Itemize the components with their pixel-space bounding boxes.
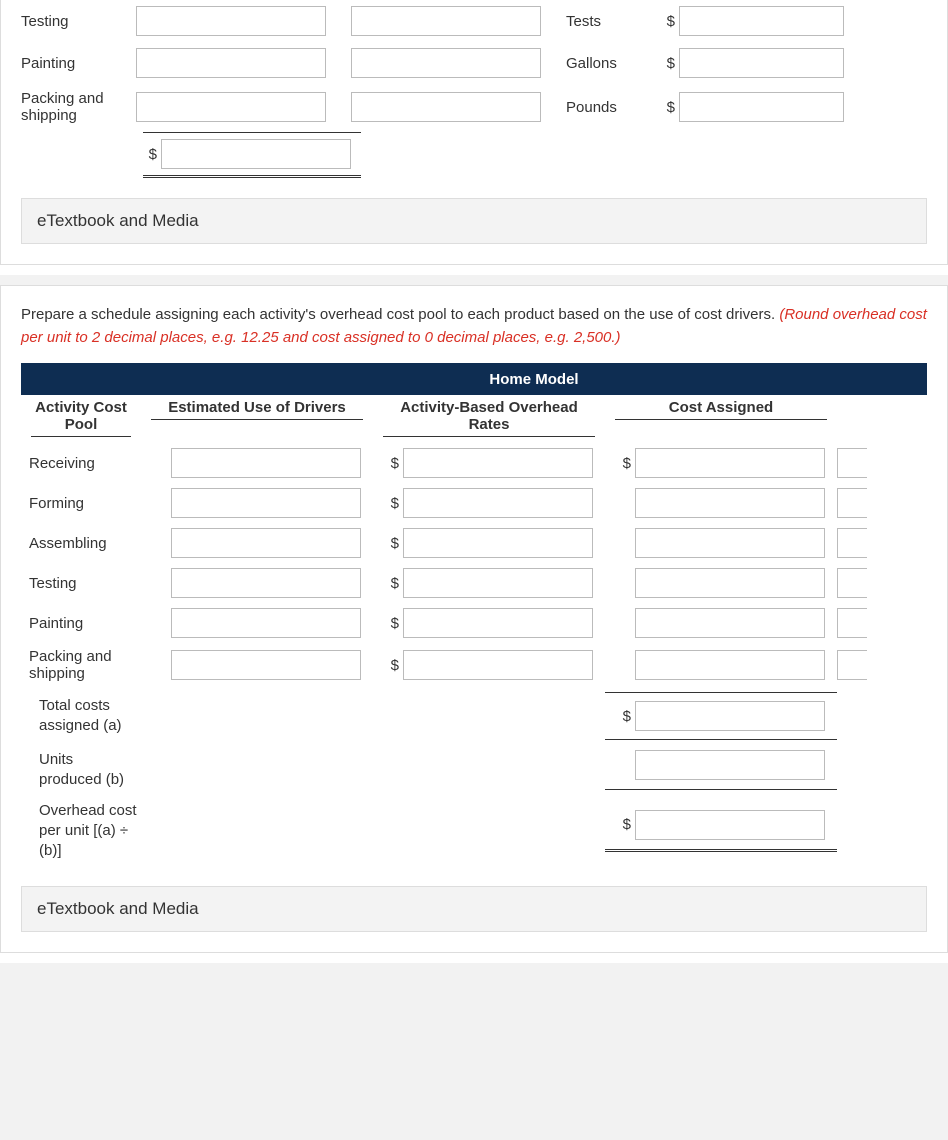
etextbook-button-2[interactable]: eTextbook and Media: [21, 886, 927, 932]
top-total-row: $: [21, 132, 927, 178]
packing-rate-input-2[interactable]: [403, 650, 593, 680]
top-row-packing: Packing and shipping Pounds $: [21, 84, 927, 130]
receiving-est-input[interactable]: [171, 448, 361, 478]
currency-symbol: $: [143, 146, 157, 163]
home-row-packing: Packing and shipping $ $ $: [21, 643, 927, 687]
total-costs-row: Total costs assigned (a) $: [21, 687, 927, 745]
painting-input-1[interactable]: [136, 48, 326, 78]
home-row-assembling: Assembling $ $ $: [21, 523, 927, 563]
home-row-receiving: Receiving $ $ $: [21, 443, 927, 483]
receiving-cost-input[interactable]: [635, 448, 825, 478]
forming-rate-input[interactable]: [403, 488, 593, 518]
testing-rate-input[interactable]: [679, 6, 844, 36]
packing-extra-input[interactable]: [837, 650, 867, 680]
top-row-painting: Painting Gallons $: [21, 42, 927, 84]
assembling-cost-input[interactable]: [635, 528, 825, 558]
home-row-testing: Testing $ $ $: [21, 563, 927, 603]
row-label: Testing: [21, 13, 136, 30]
packing-est-input[interactable]: [171, 650, 361, 680]
assembling-est-input[interactable]: [171, 528, 361, 558]
painting-cost-input[interactable]: [635, 608, 825, 638]
packing-input-2[interactable]: [351, 92, 541, 122]
painting-extra-input[interactable]: [837, 608, 867, 638]
driver-label: Gallons: [566, 55, 661, 72]
currency-symbol: $: [661, 55, 675, 72]
units-produced-row: Units produced (b) $: [21, 745, 927, 796]
overhead-cost-row: Overhead cost per unit [(a) ÷ (b)] $: [21, 796, 927, 867]
top-total-input[interactable]: [161, 139, 351, 169]
testing-rate-input-2[interactable]: [403, 568, 593, 598]
packing-input-1[interactable]: [136, 92, 326, 122]
currency-symbol: $: [661, 13, 675, 30]
etextbook-button[interactable]: eTextbook and Media: [21, 198, 927, 244]
row-label: Packing and shipping: [21, 90, 136, 124]
testing-input-2[interactable]: [351, 6, 541, 36]
forming-cost-input[interactable]: [635, 488, 825, 518]
row-label: Painting: [21, 55, 136, 72]
total-costs-input[interactable]: [635, 701, 825, 731]
testing-input-1[interactable]: [136, 6, 326, 36]
forming-extra-input[interactable]: [837, 488, 867, 518]
forming-est-input[interactable]: [171, 488, 361, 518]
instruction-text: Prepare a schedule assigning each activi…: [21, 286, 927, 363]
driver-label: Pounds: [566, 99, 661, 116]
column-headers: Activity Cost Pool Estimated Use of Driv…: [21, 395, 927, 443]
driver-label: Tests: [566, 13, 661, 30]
painting-est-input[interactable]: [171, 608, 361, 638]
packing-cost-input[interactable]: [635, 650, 825, 680]
overhead-cost-input[interactable]: [635, 810, 825, 840]
receiving-rate-input[interactable]: [403, 448, 593, 478]
assembling-extra-input[interactable]: [837, 528, 867, 558]
painting-input-2[interactable]: [351, 48, 541, 78]
home-row-forming: Forming $ $ $: [21, 483, 927, 523]
painting-rate-input-2[interactable]: [403, 608, 593, 638]
top-row-testing: Testing Tests $: [21, 0, 927, 42]
receiving-extra-input[interactable]: [837, 448, 867, 478]
currency-symbol: $: [661, 99, 675, 116]
units-produced-input[interactable]: [635, 750, 825, 780]
testing-extra-input[interactable]: [837, 568, 867, 598]
testing-est-input[interactable]: [171, 568, 361, 598]
painting-rate-input[interactable]: [679, 48, 844, 78]
home-model-band: Home Model: [21, 363, 927, 395]
testing-cost-input[interactable]: [635, 568, 825, 598]
assembling-rate-input[interactable]: [403, 528, 593, 558]
packing-rate-input[interactable]: [679, 92, 844, 122]
home-row-painting: Painting $ $ $: [21, 603, 927, 643]
